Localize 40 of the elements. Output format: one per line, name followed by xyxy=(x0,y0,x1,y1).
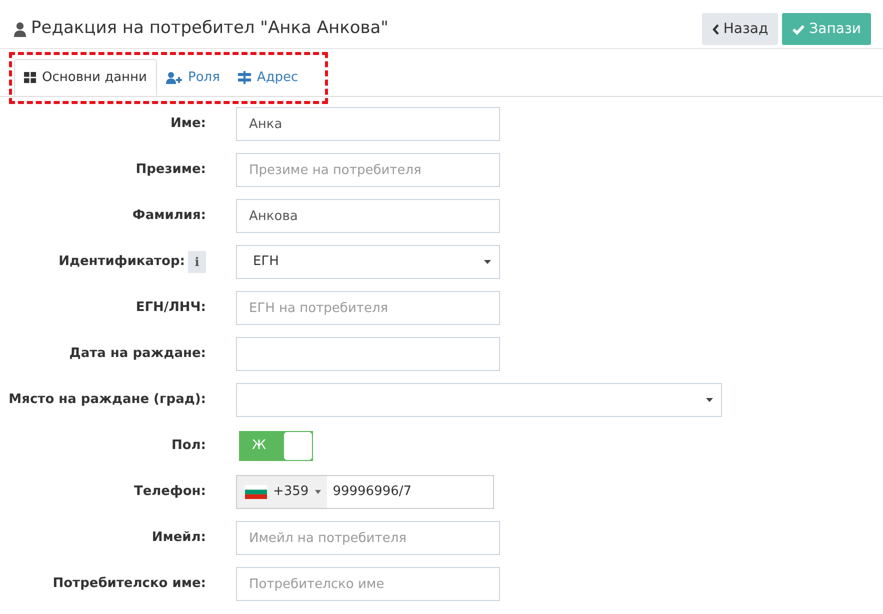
country-code-dropdown[interactable]: +359 xyxy=(237,476,327,508)
field-label: Презиме: xyxy=(136,161,206,180)
input-field[interactable]: Потребителско име xyxy=(236,567,500,601)
field-label: Имейл: xyxy=(152,529,206,548)
input-field[interactable]: Имейл на потребителя xyxy=(236,521,500,555)
field-label: Потребителско име: xyxy=(52,575,206,594)
field-label: Място на раждане (град): xyxy=(8,391,206,410)
input-field[interactable]: Презиме на потребителя xyxy=(236,153,500,187)
field-label: Пол: xyxy=(171,437,206,456)
check-icon xyxy=(792,24,806,34)
field-label: Идентификатор: xyxy=(58,253,185,272)
user-icon xyxy=(14,22,26,36)
flag-icon xyxy=(245,485,267,499)
input-field[interactable]: Анка xyxy=(236,107,500,141)
tab[interactable]: Адрес xyxy=(228,59,308,96)
back-button[interactable]: Назад xyxy=(702,13,778,45)
caret-icon xyxy=(484,260,491,264)
field-label: Фамилия: xyxy=(132,207,206,226)
field-label: Дата на раждане: xyxy=(69,345,206,364)
info-button[interactable]: i xyxy=(188,251,206,273)
phone-value: 99996996/7 xyxy=(332,483,412,502)
grid-icon xyxy=(24,72,36,83)
input-field[interactable]: Анкова xyxy=(236,199,500,233)
caret-icon xyxy=(706,398,713,402)
page-title: Редакция на потребител "Анка Анкова" xyxy=(31,17,388,40)
select-value: ЕГН xyxy=(253,253,279,272)
field-label: ЕГН/ЛНЧ: xyxy=(136,299,206,318)
tab[interactable]: Роля xyxy=(156,59,229,96)
input-field[interactable]: ЕГН на потребителя xyxy=(236,291,500,325)
select-field[interactable] xyxy=(236,383,722,417)
chevron-left-icon xyxy=(712,24,720,34)
signpost-icon xyxy=(238,71,251,84)
phone-field[interactable]: +359 99996996/7 xyxy=(236,475,494,509)
input-field[interactable] xyxy=(236,337,500,371)
field-label: Телефон: xyxy=(134,483,206,502)
select-field[interactable]: ЕГН xyxy=(236,245,500,279)
field-label: Име: xyxy=(170,115,206,134)
tab[interactable]: Основни данни xyxy=(14,59,157,96)
user-plus-icon xyxy=(166,72,182,84)
caret-icon xyxy=(314,490,321,494)
